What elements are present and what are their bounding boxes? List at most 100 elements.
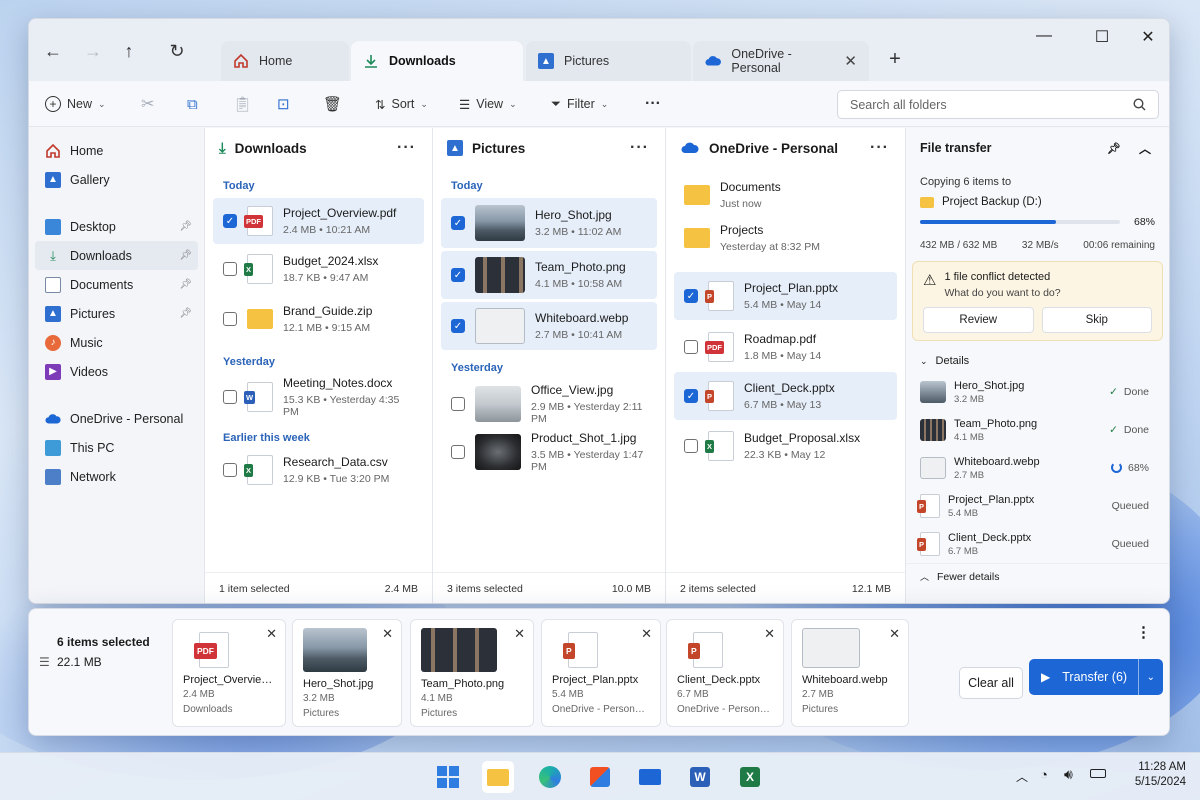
- search-input[interactable]: Search all folders: [837, 90, 1159, 119]
- selected-item-card[interactable]: ✕ P Client_Deck.pptx 6.7 MB OneDrive - P…: [666, 619, 784, 727]
- copy-icon[interactable]: ⧉: [187, 92, 198, 116]
- tab-home[interactable]: Home: [221, 41, 349, 81]
- wifi-icon[interactable]: ◔: [1040, 767, 1048, 782]
- checkbox[interactable]: [451, 445, 465, 459]
- maximize-icon[interactable]: ☐: [1087, 27, 1117, 47]
- sidebar-item-documents[interactable]: Documents 📌︎: [29, 270, 204, 299]
- pin-icon[interactable]: 📌︎: [179, 250, 192, 261]
- selected-item-card[interactable]: ✕ Hero_Shot.jpg 3.2 MB Pictures: [292, 619, 402, 727]
- pin-icon[interactable]: 📌︎: [179, 221, 192, 232]
- selected-item-card[interactable]: ✕ P Project_Plan.pptx 5.4 MB OneDrive - …: [541, 619, 661, 727]
- view-button[interactable]: ☰ View ⌄: [459, 92, 517, 116]
- file-row[interactable]: ✓ Hero_Shot.jpg 3.2 MB • 11:02 AM: [441, 198, 657, 248]
- pin-icon[interactable]: 📌︎: [179, 308, 192, 319]
- sidebar-item-onedrive[interactable]: OneDrive - Personal: [29, 404, 204, 433]
- checkbox[interactable]: ✓: [451, 268, 465, 282]
- sort-button[interactable]: ⇅ Sort ⌄: [375, 92, 428, 116]
- file-row[interactable]: Product_Shot_1.jpg 3.5 MB • Yesterday 1:4…: [441, 428, 657, 476]
- checkbox[interactable]: ✓: [451, 319, 465, 333]
- excel-icon[interactable]: X: [734, 761, 766, 793]
- chevron-up-icon[interactable]: ︿: [1139, 140, 1151, 157]
- volume-icon[interactable]: 🔊︎: [1064, 766, 1073, 783]
- close-tab-icon[interactable]: ✕: [844, 52, 857, 70]
- sidebar-item-gallery[interactable]: ▲ Gallery: [29, 165, 204, 194]
- file-row[interactable]: X Research_Data.csv 12.9 KB • Tue 3:20 PM: [213, 450, 424, 490]
- sidebar-item-home[interactable]: Home: [29, 136, 204, 165]
- edge-icon[interactable]: [534, 761, 566, 793]
- refresh-icon[interactable]: ↻: [163, 37, 191, 65]
- tab-pictures[interactable]: ▲ Pictures: [526, 41, 691, 81]
- file-row[interactable]: W Meeting_Notes.docx 15.3 KB • Yesterday …: [213, 374, 424, 420]
- rename-icon[interactable]: ⊡: [277, 92, 290, 116]
- checkbox[interactable]: [223, 312, 237, 326]
- checkbox[interactable]: ✓: [451, 216, 465, 230]
- pin-icon[interactable]: 📌︎: [1107, 142, 1121, 155]
- file-row[interactable]: X Budget_Proposal.xlsx 22.3 KB • May 12: [674, 422, 897, 470]
- folder-row[interactable]: Projects Yesterday at 8:32 PM: [674, 216, 897, 260]
- drag-handle-icon[interactable]: ☰: [39, 655, 50, 669]
- sidebar-item-this-pc[interactable]: This PC: [29, 433, 204, 462]
- file-row[interactable]: Office_View.jpg 2.9 MB • Yesterday 2:11 P…: [441, 380, 657, 428]
- checkbox[interactable]: [223, 390, 237, 404]
- checkbox[interactable]: [684, 340, 698, 354]
- file-row[interactable]: ✓ PDF Project_Overview.pdf 2.4 MB • 10:21…: [213, 198, 424, 244]
- file-row[interactable]: ✓ Whiteboard.webp 2.7 MB • 10:41 AM: [441, 302, 657, 350]
- fewer-details-toggle[interactable]: ︿ Fewer details: [906, 563, 1169, 589]
- sidebar-item-videos[interactable]: ▶ Videos: [29, 357, 204, 386]
- sidebar-item-network[interactable]: Network: [29, 462, 204, 491]
- remove-item-icon[interactable]: ✕: [764, 626, 775, 642]
- new-button[interactable]: + New ⌄: [45, 92, 106, 116]
- remove-item-icon[interactable]: ✕: [266, 626, 277, 642]
- tab-downloads[interactable]: Downloads: [351, 41, 523, 81]
- review-button[interactable]: Review: [923, 307, 1034, 333]
- selected-item-card[interactable]: ✕ Team_Photo.png 4.1 MB Pictures: [410, 619, 534, 727]
- remove-item-icon[interactable]: ✕: [641, 626, 652, 642]
- checkbox[interactable]: [451, 397, 465, 411]
- more-options-icon[interactable]: ···: [870, 139, 889, 157]
- new-tab-icon[interactable]: +: [881, 45, 909, 73]
- back-arrow-icon[interactable]: ←: [39, 37, 67, 65]
- clock[interactable]: 11:28 AM 5/15/2024: [1135, 761, 1186, 788]
- remove-item-icon[interactable]: ✕: [382, 626, 393, 642]
- more-options-icon[interactable]: ···: [397, 139, 416, 157]
- file-row[interactable]: ✓ P Client_Deck.pptx 6.7 MB • May 13: [674, 372, 897, 420]
- checkbox[interactable]: ✓: [684, 389, 698, 403]
- close-window-icon[interactable]: ✕: [1133, 27, 1163, 47]
- selected-item-card[interactable]: ✕ Whiteboard.webp 2.7 MB Pictures: [791, 619, 909, 727]
- checkbox[interactable]: [684, 439, 698, 453]
- details-toggle[interactable]: ⌄ Details: [906, 341, 1169, 373]
- up-arrow-icon[interactable]: ↑: [115, 37, 143, 65]
- sidebar-item-desktop[interactable]: Desktop 📌︎: [29, 212, 204, 241]
- skip-button[interactable]: Skip: [1041, 307, 1152, 333]
- forward-arrow-icon[interactable]: →: [79, 37, 107, 65]
- checkbox[interactable]: ✓: [223, 214, 237, 228]
- sidebar-item-music[interactable]: ♪ Music: [29, 328, 204, 357]
- file-row[interactable]: X Budget_2024.xlsx 18.7 KB • 9:47 AM: [213, 244, 424, 294]
- file-explorer-icon[interactable]: [482, 761, 514, 793]
- more-options-icon[interactable]: ···: [630, 139, 649, 157]
- battery-icon[interactable]: [1090, 769, 1106, 778]
- file-row[interactable]: ✓ P Project_Plan.pptx 5.4 MB • May 14: [674, 272, 897, 320]
- checkbox[interactable]: [223, 262, 237, 276]
- chevron-down-icon[interactable]: ⌄: [1137, 659, 1163, 695]
- chevron-up-icon[interactable]: ︿: [1016, 768, 1028, 785]
- checkbox[interactable]: ✓: [684, 289, 698, 303]
- checkbox[interactable]: [223, 463, 237, 477]
- folder-row[interactable]: Documents Just now: [674, 174, 897, 216]
- paste-icon[interactable]: 📋︎: [233, 92, 252, 116]
- word-icon[interactable]: W: [684, 761, 716, 793]
- transfer-button[interactable]: ▶ Transfer (6) ⌄: [1029, 659, 1163, 695]
- sidebar-item-pictures[interactable]: ▲ Pictures 📌︎: [29, 299, 204, 328]
- clear-all-button[interactable]: Clear all: [959, 667, 1023, 699]
- remove-item-icon[interactable]: ✕: [514, 626, 525, 642]
- pin-icon[interactable]: 📌︎: [179, 279, 192, 290]
- remove-item-icon[interactable]: ✕: [889, 626, 900, 642]
- file-row[interactable]: ✓ Team_Photo.png 4.1 MB • 10:58 AM: [441, 251, 657, 299]
- file-row[interactable]: Brand_Guide.zip 12.1 MB • 9:15 AM: [213, 294, 424, 344]
- cut-icon[interactable]: ✂: [141, 92, 154, 116]
- store-icon[interactable]: [584, 761, 616, 793]
- selected-item-card[interactable]: ✕ PDF Project_Overview.pdf 2.4 MB Downlo…: [172, 619, 286, 727]
- tab-onedrive[interactable]: OneDrive - Personal ✕: [693, 41, 869, 81]
- file-row[interactable]: PDF Roadmap.pdf 1.8 MB • May 14: [674, 322, 897, 372]
- more-options-icon[interactable]: ···: [645, 92, 661, 116]
